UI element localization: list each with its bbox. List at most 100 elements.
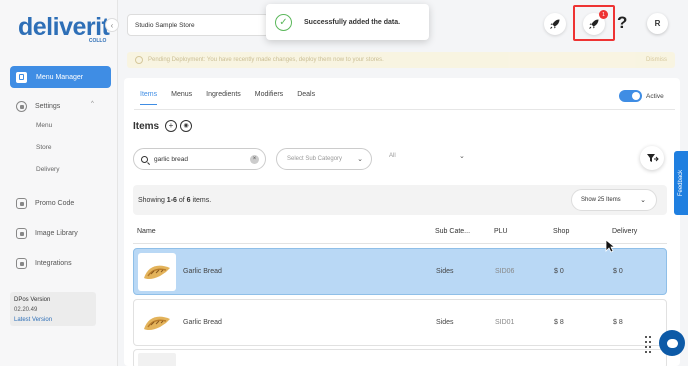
- column-header-sub-category[interactable]: Sub Cate...: [435, 228, 470, 235]
- item-shop-price: $ 0: [554, 268, 564, 275]
- brand-logo[interactable]: deliverit COLLO: [18, 13, 110, 44]
- chevron-down-icon: ⌄: [459, 153, 465, 160]
- item-plu: SID01: [495, 319, 515, 326]
- filter-icon: [646, 153, 659, 162]
- store-select[interactable]: Studio Sample Store: [127, 14, 269, 36]
- mouse-cursor-icon: [605, 239, 615, 253]
- table-row[interactable]: [133, 349, 667, 366]
- search-icon: [141, 155, 148, 163]
- page-size-value: Show 25 Items: [581, 197, 621, 203]
- item-delivery-price: $ 8: [613, 319, 623, 326]
- chat-button[interactable]: [659, 330, 685, 356]
- deploy-rocket-button[interactable]: [544, 13, 566, 35]
- brand-sub: COLLO: [88, 38, 107, 44]
- sidebar-subitem-store[interactable]: Store: [36, 144, 52, 151]
- promo-icon: [16, 198, 27, 209]
- sidebar-item-label: Menu Manager: [36, 73, 84, 81]
- status-select[interactable]: All ⌄: [389, 153, 465, 160]
- search-field[interactable]: ×: [133, 148, 266, 170]
- dismiss-link[interactable]: Dismiss: [646, 57, 667, 63]
- column-header-name[interactable]: Name: [137, 228, 156, 235]
- item-image: [138, 353, 176, 366]
- integrations-icon: [16, 258, 27, 269]
- sidebar-item-image-library[interactable]: Image Library: [16, 228, 78, 239]
- info-icon: [135, 56, 143, 64]
- sub-category-select[interactable]: Select Sub Category ⌄: [276, 148, 372, 170]
- clear-search-icon[interactable]: ×: [250, 154, 259, 164]
- item-plu: SID06: [495, 268, 515, 275]
- divider: [134, 109, 675, 110]
- view-toggle-icon[interactable]: ◉: [180, 120, 192, 132]
- tab-bar: Items Menus Ingredients Modifiers Deals: [140, 91, 329, 105]
- tab-menus[interactable]: Menus: [171, 91, 192, 105]
- sidebar-item-settings[interactable]: Settings: [16, 101, 60, 112]
- page-size-select[interactable]: Show 25 Items ⌄: [571, 189, 657, 211]
- main-panel: Items Menus Ingredients Modifiers Deals …: [124, 78, 680, 366]
- version-title: DPos Version: [14, 297, 51, 303]
- notification-badge: 1: [599, 10, 608, 19]
- filter-button[interactable]: [640, 146, 664, 170]
- version-info: DPos Version 02.20.49 Latest Version: [10, 292, 96, 326]
- banner-text: Pending Deployment: You have recently ma…: [148, 57, 384, 63]
- item-image: [138, 304, 176, 342]
- item-image: [138, 253, 176, 291]
- sidebar-item-label: Integrations: [35, 260, 72, 267]
- tab-ingredients[interactable]: Ingredients: [206, 91, 241, 105]
- success-toast: ✓ Successfully added the data.: [266, 4, 429, 40]
- sidebar-item-promo-code[interactable]: Promo Code: [16, 198, 74, 209]
- item-name: Garlic Bread: [183, 319, 222, 326]
- tab-modifiers[interactable]: Modifiers: [255, 91, 283, 105]
- rocket-icon: [550, 19, 560, 29]
- table-row[interactable]: Garlic Bread Sides SID01 $ 8 $ 8: [133, 299, 667, 346]
- chevron-up-icon[interactable]: ^: [91, 101, 94, 107]
- summary-of: of: [176, 197, 187, 204]
- sidebar-item-integrations[interactable]: Integrations: [16, 258, 72, 269]
- status-select-value: All: [389, 153, 396, 159]
- summary-range: 1-6: [166, 197, 177, 204]
- pending-deployment-banner: Pending Deployment: You have recently ma…: [127, 52, 675, 68]
- search-input[interactable]: [154, 155, 244, 163]
- item-sub-category: Sides: [436, 268, 454, 275]
- sub-category-placeholder: Select Sub Category: [287, 156, 343, 162]
- sidebar: deliverit COLLO Menu Manager Settings ^ …: [0, 0, 118, 366]
- active-toggle[interactable]: [619, 90, 642, 102]
- avatar[interactable]: R: [647, 13, 668, 34]
- item-sub-category: Sides: [436, 319, 454, 326]
- rocket-icon: [589, 19, 599, 29]
- feedback-label: Feedback: [678, 169, 685, 197]
- sidebar-subitem-menu[interactable]: Menu: [36, 122, 52, 129]
- latest-version-link[interactable]: Latest Version: [14, 315, 92, 325]
- tab-items[interactable]: Items: [140, 91, 158, 105]
- chat-icon: [666, 338, 678, 348]
- add-item-icon[interactable]: +: [165, 120, 177, 132]
- active-toggle-label: Active: [646, 93, 664, 100]
- column-header-shop[interactable]: Shop: [553, 228, 569, 235]
- drag-handle-icon[interactable]: [645, 336, 653, 354]
- table-header: Name Sub Cate... PLU Shop Delivery: [133, 228, 667, 242]
- image-icon: [16, 228, 27, 239]
- chevron-down-icon: ⌄: [357, 156, 363, 163]
- check-circle-icon: ✓: [275, 13, 292, 31]
- sidebar-item-label: Settings: [35, 103, 61, 110]
- summary-suffix: items.: [190, 197, 212, 204]
- version-number: 02.20.49: [14, 307, 38, 313]
- menu-book-icon: [16, 71, 27, 83]
- sidebar-item-label: Image Library: [35, 230, 78, 237]
- divider: [133, 243, 667, 244]
- gear-icon: [16, 101, 27, 112]
- collapse-sidebar-icon[interactable]: ‹: [105, 18, 119, 32]
- feedback-tab[interactable]: Feedback: [674, 151, 688, 215]
- sidebar-item-label: Promo Code: [35, 200, 75, 207]
- column-header-delivery[interactable]: Delivery: [612, 228, 637, 235]
- tab-deals[interactable]: Deals: [297, 91, 315, 105]
- sidebar-item-menu-manager[interactable]: Menu Manager: [10, 66, 111, 88]
- column-header-plu[interactable]: PLU: [494, 228, 508, 235]
- results-summary: Showing 1-6 of 6 items.: [138, 197, 211, 204]
- chevron-down-icon: ⌄: [640, 197, 646, 204]
- toast-message: Successfully added the data.: [304, 18, 401, 26]
- brand-name: deliverit: [18, 13, 110, 41]
- sidebar-subitem-delivery[interactable]: Delivery: [36, 166, 59, 173]
- table-row[interactable]: Garlic Bread Sides SID06 $ 0 $ 0: [133, 248, 667, 295]
- item-shop-price: $ 8: [554, 319, 564, 326]
- help-icon[interactable]: ?: [617, 13, 627, 33]
